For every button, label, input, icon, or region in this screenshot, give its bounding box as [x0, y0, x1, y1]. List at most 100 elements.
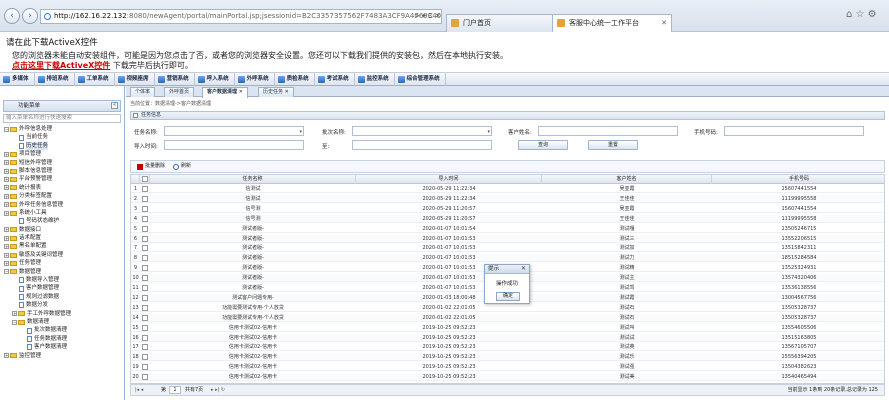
expand-icon[interactable]: +	[4, 151, 9, 157]
row-checkbox[interactable]	[142, 294, 148, 301]
row-checkbox[interactable]	[142, 285, 148, 291]
tree-node[interactable]: + 数据接口	[4, 226, 124, 234]
header-customer-name[interactable]: 客户姓名	[542, 175, 712, 184]
query-button[interactable]: 查询	[518, 140, 568, 150]
row-checkbox[interactable]	[142, 186, 148, 192]
expand-icon[interactable]: +	[4, 160, 9, 166]
table-row[interactable]: 6 测试者版- 2020-01-07 10:01:53 测试三 13552206515	[131, 234, 884, 243]
select-all-checkbox[interactable]	[142, 176, 148, 182]
row-checkbox[interactable]	[142, 205, 148, 212]
tree-node[interactable]: + 任务管理	[4, 259, 124, 267]
tree-node[interactable]: − 数据清理	[4, 318, 124, 326]
download-activex-link[interactable]: 点击这里下载ActiveX控件	[12, 61, 110, 70]
tree-node[interactable]: + 系统小工具	[4, 209, 124, 217]
row-checkbox[interactable]	[142, 344, 148, 351]
row-checkbox[interactable]	[142, 235, 148, 242]
expand-icon[interactable]: +	[4, 244, 9, 250]
next-page-icon[interactable]: ▸ ▸| ↻	[211, 385, 225, 395]
table-row[interactable]: 8 测试者版- 2020-01-07 10:01:53 测试力 18515284584	[131, 254, 884, 263]
import-time-end-field[interactable]	[352, 140, 492, 150]
tree-node[interactable]: 历史任务	[4, 141, 124, 151]
row-checkbox[interactable]	[142, 255, 148, 262]
tree-node[interactable]: + 统计报表	[4, 184, 124, 192]
forward-icon[interactable]: ›	[22, 8, 38, 24]
header-import-time[interactable]: 导入时间	[356, 175, 542, 184]
menu-search-input[interactable]: 输入菜单名称进行快速搜索	[3, 114, 121, 123]
collapse-icon[interactable]: −	[12, 319, 17, 325]
collapse-icon[interactable]: «	[111, 102, 118, 109]
first-page-icon[interactable]: |◂ ◂	[135, 385, 143, 395]
row-checkbox[interactable]	[142, 225, 148, 232]
refresh-button[interactable]: 刷新	[173, 161, 191, 172]
table-row[interactable]: 1 信测试 2020-05-29 11:22:34 吴亚霞 15607441554	[131, 185, 884, 193]
table-row[interactable]: 13 功能需要测试专用-个人放贷 2020-01-02 22:01:05 测试石 135…	[131, 304, 884, 312]
address-controls[interactable]: ⊳ ▾ C ✕	[414, 12, 441, 20]
tree-node[interactable]: − 数据管理	[4, 268, 124, 276]
tree-node[interactable]: + 敏感及关键词管理	[4, 251, 124, 259]
table-row[interactable]: 16 信用卡测试02-信用卡 2019-10-25 09:52:23 测试试 13515…	[131, 333, 884, 342]
tree-node[interactable]: 批次数据清理	[4, 326, 124, 334]
tree-node[interactable]: + 平台预警管理	[4, 175, 124, 183]
table-row[interactable]: 5 测试者版- 2020-01-07 10:01:54 测试嘎 13505246715	[131, 225, 884, 233]
row-checkbox[interactable]	[142, 324, 148, 331]
tab-history-task[interactable]: 历史任务 ✕	[258, 87, 294, 97]
page-number-input[interactable]: 1	[169, 386, 181, 394]
tree-node[interactable]: + 监控管理	[4, 352, 124, 360]
row-checkbox[interactable]	[142, 354, 148, 361]
menu-item[interactable]: 质检系统	[275, 73, 315, 86]
browser-tool-icons[interactable]: ⌂ ☆ ⚙	[846, 9, 877, 20]
tab-individual[interactable]: 个体率	[130, 87, 156, 97]
tree-node[interactable]: + 话术配置	[4, 234, 124, 242]
row-checkbox[interactable]	[142, 245, 148, 252]
table-row[interactable]: 3 信号测 2020-05-29 11:20:57 吴亚霞 15607441554	[131, 205, 884, 213]
expand-icon[interactable]: +	[4, 260, 9, 266]
tree-node[interactable]: + 分类标签配置	[4, 192, 124, 200]
customer-name-field[interactable]	[538, 126, 678, 136]
expand-icon[interactable]: +	[4, 185, 9, 191]
table-row[interactable]: 17 信用卡测试02-信用卡 2019-10-25 09:52:23 测试英 13567…	[131, 343, 884, 352]
table-row[interactable]: 20 信用卡测试02-信用卡 2019-10-25 09:52:23 测试美 13540…	[131, 373, 884, 382]
tree-node[interactable]: 号码状态维护	[4, 217, 124, 225]
header-task-name[interactable]: 任务名称	[150, 175, 356, 184]
menu-item[interactable]: 工单系统	[75, 73, 115, 86]
tree-node[interactable]: 规则过滤数据	[4, 293, 124, 301]
tree-node[interactable]: + 短信外呼管理	[4, 159, 124, 167]
row-checkbox[interactable]	[142, 195, 148, 202]
table-row[interactable]: 18 信用卡测试02-信用卡 2019-10-25 09:52:23 测试乐 15556…	[131, 353, 884, 362]
close-icon[interactable]: ✕	[661, 15, 667, 31]
phone-field[interactable]	[724, 126, 864, 136]
expand-icon[interactable]: +	[4, 227, 9, 233]
menu-item[interactable]: 视频座席	[115, 73, 155, 86]
tree-node[interactable]: 客户数据管理	[4, 284, 124, 292]
tree-node[interactable]: 数据导入管理	[4, 276, 124, 284]
expand-icon[interactable]: +	[12, 311, 17, 317]
tab-customer-data-clean[interactable]: 客户数据清理 ✕	[202, 87, 248, 98]
expand-icon[interactable]: +	[4, 193, 9, 199]
expand-icon[interactable]: +	[4, 210, 9, 216]
expand-icon[interactable]: +	[4, 202, 9, 208]
tree-node[interactable]: + 外呼任务信息管理	[4, 201, 124, 209]
row-checkbox[interactable]	[142, 275, 148, 282]
menu-item[interactable]: 多媒体	[0, 73, 35, 86]
expand-icon[interactable]: +	[4, 353, 9, 359]
back-icon[interactable]: ‹	[4, 8, 20, 24]
tree-node[interactable]: 数据分发	[4, 301, 124, 309]
address-bar[interactable]: http://162.16.22.132:8080/newAgent/porta…	[40, 9, 442, 24]
tree-node[interactable]: 任务数据清理	[4, 335, 124, 343]
row-checkbox[interactable]	[142, 215, 148, 222]
reset-button[interactable]: 重置	[588, 140, 638, 150]
header-phone[interactable]: 手机号码	[712, 175, 884, 184]
menu-item[interactable]: 外呼系统	[235, 73, 275, 86]
table-row[interactable]: 2 信测试 2020-05-29 11:22:34 王佳佳 11199995558	[131, 194, 884, 203]
batch-name-field[interactable]: ▾	[352, 126, 492, 136]
row-checkbox[interactable]	[142, 265, 148, 272]
tree-node[interactable]: + 手工外呼数据管理	[4, 310, 124, 318]
menu-item[interactable]: 考试系统	[315, 73, 355, 86]
row-checkbox[interactable]	[142, 304, 148, 311]
row-checkbox[interactable]	[142, 334, 148, 341]
menu-item[interactable]: 排班系统	[35, 73, 75, 86]
menu-item[interactable]: 呼入系统	[195, 73, 235, 86]
close-icon[interactable]: ✕	[521, 265, 526, 273]
tree-node[interactable]: − 外呼信息处理	[4, 125, 124, 133]
expand-icon[interactable]: +	[4, 168, 9, 174]
